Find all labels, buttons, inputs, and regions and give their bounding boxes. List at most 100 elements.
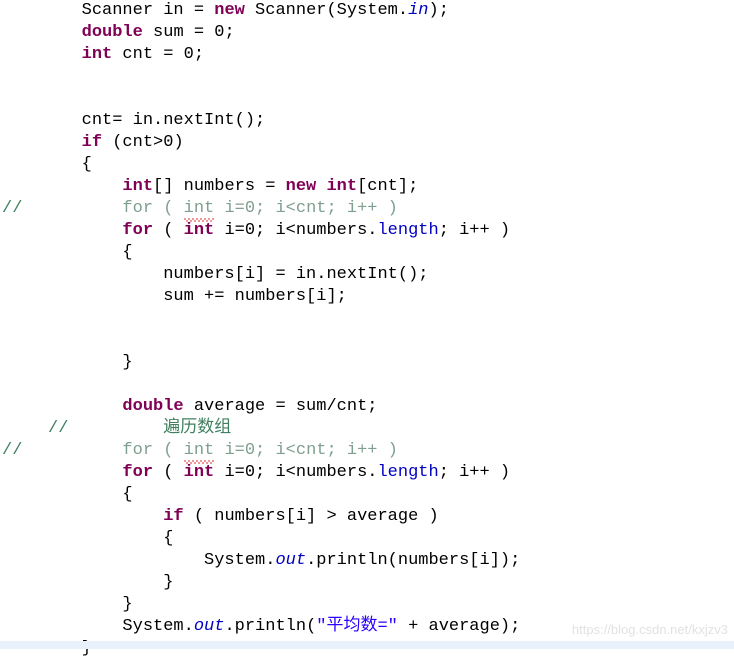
code-line[interactable] <box>0 308 734 330</box>
code-line-content: cnt= in.nextInt(); <box>0 110 266 132</box>
code-token: { <box>0 155 92 174</box>
code-line[interactable]: numbers[i] = in.nextInt(); <box>0 264 734 286</box>
code-line[interactable]: Scanner in = new Scanner(System.in); <box>0 0 734 22</box>
code-token: (cnt>0) <box>102 133 184 152</box>
code-token: double <box>122 397 184 416</box>
code-line[interactable]: { <box>0 154 734 176</box>
code-token: new <box>214 1 245 20</box>
code-token: i=0; i<cnt; i++ ) <box>214 199 398 218</box>
code-line[interactable]: sum += numbers[i]; <box>0 286 734 308</box>
code-token: numbers[i] = in.nextInt(); <box>0 265 429 284</box>
code-token: length <box>377 221 439 240</box>
code-line[interactable]: } <box>0 594 734 616</box>
code-token: length <box>377 463 439 482</box>
code-line[interactable]: double sum = 0; <box>0 22 734 44</box>
code-line[interactable]: int[] numbers = new int[cnt]; <box>0 176 734 198</box>
code-line[interactable]: int cnt = 0; <box>0 44 734 66</box>
code-line[interactable]: for ( int i=0; i<numbers.length; i++ ) <box>0 462 734 484</box>
code-token: } <box>0 573 174 592</box>
code-token: System. <box>0 617 194 636</box>
code-line-content: Scanner in = new Scanner(System.in); <box>0 0 449 22</box>
code-line[interactable]: } <box>0 572 734 594</box>
code-token: i=0; i<numbers. <box>214 463 378 482</box>
code-line-content: for ( int i=0; i<cnt; i++ ) <box>0 198 398 222</box>
code-line[interactable] <box>0 66 734 88</box>
code-line[interactable]: // for ( int i=0; i<cnt; i++ ) <box>0 440 734 464</box>
code-line-content: System.out.println("平均数=" + average); <box>0 616 520 638</box>
code-token: in <box>408 1 429 20</box>
error-squiggle-token: int <box>183 199 215 222</box>
code-token: } <box>0 353 133 372</box>
code-line-content: int cnt = 0; <box>0 44 204 66</box>
code-line-content: double average = sum/cnt; <box>0 396 377 418</box>
code-line-content: for ( int i=0; i<numbers.length; i++ ) <box>0 462 510 484</box>
code-line-content: { <box>0 154 92 176</box>
error-squiggle-token: int <box>183 441 215 464</box>
code-token: 遍历数组 <box>0 419 232 438</box>
code-editor-surface[interactable]: Scanner in = new Scanner(System.in); dou… <box>0 0 734 658</box>
code-token: int <box>183 463 215 482</box>
code-token: double <box>81 23 143 42</box>
code-line[interactable]: // 遍历数组 <box>0 418 734 440</box>
code-line-list: Scanner in = new Scanner(System.in); dou… <box>0 0 734 660</box>
code-line-content: int[] numbers = new int[cnt]; <box>0 176 418 198</box>
code-token: [cnt]; <box>357 177 419 196</box>
code-line[interactable]: cnt= in.nextInt(); <box>0 110 734 132</box>
code-line[interactable] <box>0 88 734 110</box>
code-line-content: 遍历数组 <box>0 418 231 440</box>
code-token: int <box>326 177 358 196</box>
code-token: Scanner(System. <box>244 1 409 20</box>
code-token: ( <box>153 463 184 482</box>
code-token: for ( <box>0 199 184 218</box>
code-line-content: double sum = 0; <box>0 22 235 44</box>
code-line-content: { <box>0 484 133 506</box>
code-token: sum += numbers[i]; <box>0 287 347 306</box>
code-token: sum = 0; <box>142 23 235 42</box>
code-line-content: for ( int i=0; i<cnt; i++ ) <box>0 440 398 464</box>
code-token: cnt = 0; <box>112 45 205 64</box>
code-token: ); <box>428 1 449 20</box>
code-line[interactable]: double average = sum/cnt; <box>0 396 734 418</box>
comment-gutter-marker: // <box>48 419 69 438</box>
code-token: ( numbers[i] > average ) <box>183 507 439 526</box>
bottom-accent-strip <box>0 641 734 649</box>
code-line[interactable]: { <box>0 528 734 550</box>
code-token: int <box>122 177 154 196</box>
code-line[interactable] <box>0 374 734 396</box>
code-line[interactable]: } <box>0 352 734 374</box>
code-line[interactable] <box>0 330 734 352</box>
code-token: cnt= in.nextInt(); <box>0 111 266 130</box>
code-token: "平均数=" <box>316 617 398 636</box>
code-line[interactable]: System.out.println(numbers[i]); <box>0 550 734 572</box>
code-token: for <box>122 221 154 240</box>
code-line-content: { <box>0 242 132 264</box>
comment-gutter-marker: // <box>2 199 23 218</box>
code-line-content <box>0 374 10 396</box>
code-line-content: sum += numbers[i]; <box>0 286 347 308</box>
code-line[interactable]: for ( int i=0; i<numbers.length; i++ ) <box>0 220 734 242</box>
code-token: out <box>193 617 225 636</box>
code-token: new <box>285 177 317 196</box>
code-line[interactable]: if ( numbers[i] > average ) <box>0 506 734 528</box>
code-line[interactable]: { <box>0 484 734 506</box>
code-line[interactable]: { <box>0 242 734 264</box>
code-line-content: } <box>0 594 132 616</box>
code-token: i=0; i<numbers. <box>214 221 378 240</box>
code-line-content <box>0 88 10 110</box>
code-token: .println( <box>224 617 317 636</box>
code-token: .println(numbers[i]); <box>306 551 521 570</box>
code-line-content: } <box>0 352 133 374</box>
code-line[interactable]: if (cnt>0) <box>0 132 734 154</box>
code-token: { <box>0 485 133 504</box>
code-token: i=0; i<cnt; i++ ) <box>214 441 398 460</box>
code-line[interactable]: // for ( int i=0; i<cnt; i++ ) <box>0 198 734 222</box>
code-line-content: numbers[i] = in.nextInt(); <box>0 264 428 286</box>
code-token: int <box>183 221 215 240</box>
